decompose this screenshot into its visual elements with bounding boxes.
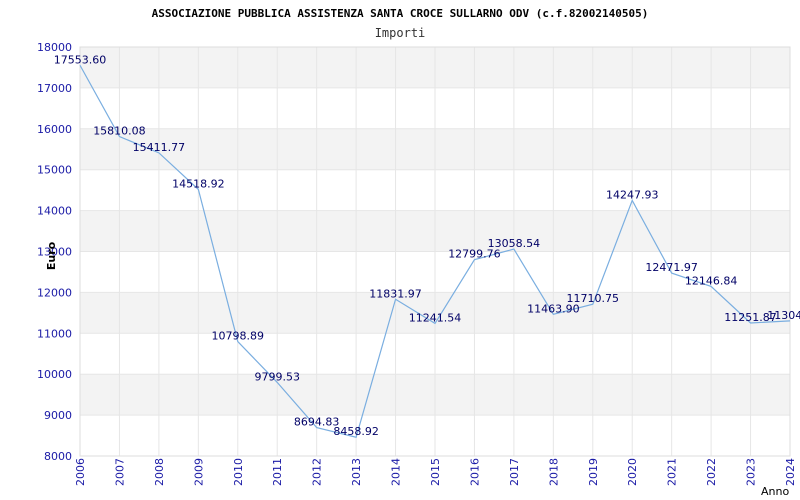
y-tick-label: 18000 [37, 41, 72, 54]
data-label: 11710.75 [567, 292, 620, 305]
x-tick-label: 2021 [666, 458, 679, 486]
x-tick-label: 2007 [113, 458, 126, 486]
x-axis-ticks: 2006 2007 2008 2009 2010 2011 2012 2013 2014 2015… [74, 458, 797, 486]
x-tick-label: 2012 [311, 458, 324, 486]
chart-title: ASSOCIAZIONE PUBBLICA ASSISTENZA SANTA C… [152, 7, 649, 20]
y-tick-label: 9000 [44, 409, 72, 422]
data-label: 8458.92 [333, 425, 379, 438]
y-axis-label: Euro [45, 241, 58, 270]
data-label: 17553.60 [54, 53, 107, 66]
data-label: 12146.84 [685, 274, 738, 287]
y-tick-label: 17000 [37, 82, 72, 95]
y-tick-label: 8000 [44, 450, 72, 463]
data-label: 12471.97 [645, 261, 698, 274]
data-label: 11304.5 [767, 309, 800, 322]
chart-subtitle: Importi [375, 26, 426, 40]
data-label: 11831.97 [369, 287, 422, 300]
y-tick-label: 14000 [37, 205, 72, 218]
data-label: 13058.54 [488, 237, 541, 250]
x-tick-label: 2010 [232, 458, 245, 486]
x-tick-label: 2018 [547, 458, 560, 486]
x-tick-label: 2017 [508, 458, 521, 486]
x-tick-label: 2008 [153, 458, 166, 486]
data-label: 10798.89 [212, 330, 265, 343]
y-tick-label: 11000 [37, 327, 72, 340]
x-tick-label: 2020 [626, 458, 639, 486]
line-chart: ASSOCIAZIONE PUBBLICA ASSISTENZA SANTA C… [37, 7, 800, 498]
y-tick-label: 15000 [37, 164, 72, 177]
x-axis-label: Anno [761, 485, 789, 498]
data-label: 14247.93 [606, 188, 659, 201]
data-label: 9799.53 [254, 370, 300, 383]
x-tick-label: 2011 [271, 458, 284, 486]
x-tick-label: 2014 [390, 458, 403, 486]
data-label: 15810.08 [93, 125, 146, 138]
y-tick-label: 10000 [37, 368, 72, 381]
x-tick-label: 2009 [192, 458, 205, 486]
x-tick-label: 2019 [587, 458, 600, 486]
data-label: 14518.92 [172, 177, 225, 190]
x-tick-label: 2023 [745, 458, 758, 486]
y-tick-label: 16000 [37, 123, 72, 136]
y-tick-label: 12000 [37, 286, 72, 299]
x-tick-label: 2016 [468, 458, 481, 486]
data-label: 11241.54 [409, 311, 462, 324]
data-label: 15411.77 [133, 141, 186, 154]
x-tick-label: 2022 [705, 458, 718, 486]
x-tick-label: 2015 [429, 458, 442, 486]
x-tick-label: 2013 [350, 458, 363, 486]
x-tick-label: 2024 [784, 458, 797, 486]
x-tick-label: 2006 [74, 458, 87, 486]
